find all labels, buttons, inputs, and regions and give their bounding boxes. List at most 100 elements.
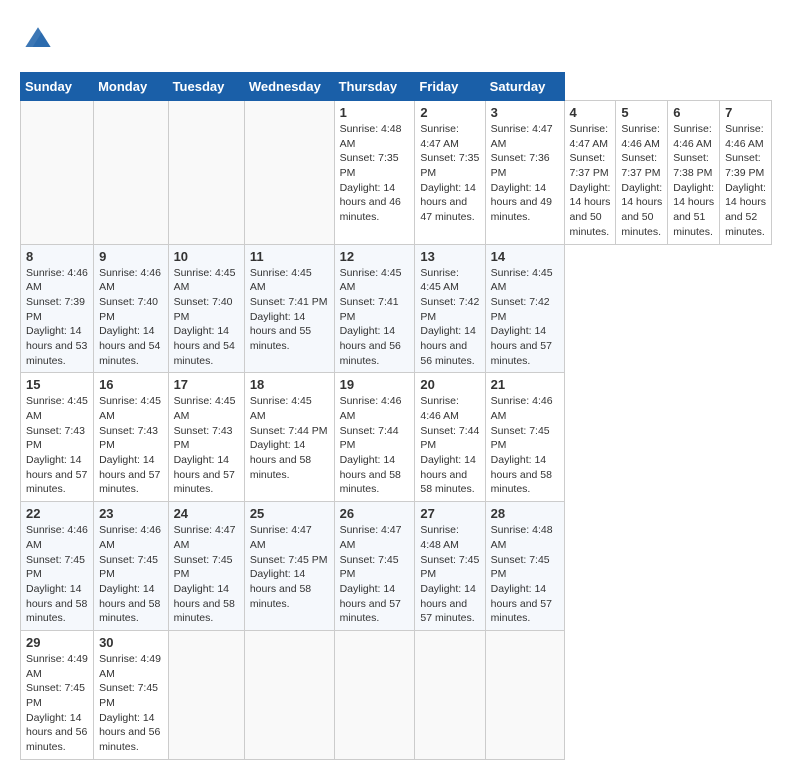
calendar-day-cell: 18 Sunrise: 4:45 AMSunset: 7:44 PMDayligh…	[244, 373, 334, 502]
day-number: 11	[250, 249, 329, 264]
day-info: Sunrise: 4:46 AMSunset: 7:45 PMDaylight:…	[26, 523, 88, 626]
day-info: Sunrise: 4:48 AMSunset: 7:35 PMDaylight:…	[340, 122, 410, 225]
day-info: Sunrise: 4:48 AMSunset: 7:45 PMDaylight:…	[420, 523, 479, 626]
day-info: Sunrise: 4:47 AMSunset: 7:37 PMDaylight:…	[570, 122, 611, 240]
day-info: Sunrise: 4:45 AMSunset: 7:43 PMDaylight:…	[99, 394, 163, 497]
calendar-day-cell: 4 Sunrise: 4:47 AMSunset: 7:37 PMDaylight…	[564, 101, 616, 245]
calendar-day-cell	[415, 630, 485, 759]
day-info: Sunrise: 4:49 AMSunset: 7:45 PMDaylight:…	[99, 652, 163, 755]
day-number: 17	[174, 377, 239, 392]
calendar-day-cell: 6 Sunrise: 4:46 AMSunset: 7:38 PMDaylight…	[668, 101, 720, 245]
calendar-day-cell: 5Sunrise: 4:46 AMSunset: 7:37 PMDaylight…	[616, 101, 668, 245]
day-info: Sunrise: 4:46 AMSunset: 7:39 PMDaylight:…	[26, 266, 88, 369]
day-number: 15	[26, 377, 88, 392]
calendar-day-cell: 16Sunrise: 4:45 AMSunset: 7:43 PMDayligh…	[94, 373, 169, 502]
calendar-week-row: 8 Sunrise: 4:46 AMSunset: 7:39 PMDaylight…	[21, 244, 772, 373]
day-number: 18	[250, 377, 329, 392]
day-info: Sunrise: 4:46 AMSunset: 7:40 PMDaylight:…	[99, 266, 163, 369]
calendar-day-cell	[21, 101, 94, 245]
day-number: 19	[340, 377, 410, 392]
day-info: Sunrise: 4:45 AMSunset: 7:41 PMDaylight:…	[250, 266, 329, 354]
day-number: 27	[420, 506, 479, 521]
calendar-day-cell: 24 Sunrise: 4:47 AMSunset: 7:45 PMDayligh…	[168, 502, 244, 631]
day-number: 14	[491, 249, 559, 264]
calendar-header-cell: Friday	[415, 73, 485, 101]
day-number: 10	[174, 249, 239, 264]
calendar-header-cell: Monday	[94, 73, 169, 101]
day-info: Sunrise: 4:48 AMSunset: 7:45 PMDaylight:…	[491, 523, 559, 626]
day-info: Sunrise: 4:45 AMSunset: 7:42 PMDaylight:…	[491, 266, 559, 369]
day-number: 26	[340, 506, 410, 521]
calendar-day-cell: 1 Sunrise: 4:48 AMSunset: 7:35 PMDaylight…	[334, 101, 415, 245]
calendar-week-row: 22 Sunrise: 4:46 AMSunset: 7:45 PMDayligh…	[21, 502, 772, 631]
day-number: 7	[725, 105, 766, 120]
calendar-day-cell: 2Sunrise: 4:47 AMSunset: 7:35 PMDaylight…	[415, 101, 485, 245]
logo	[20, 20, 62, 56]
day-number: 20	[420, 377, 479, 392]
logo-icon	[20, 20, 56, 56]
calendar-day-cell: 21Sunrise: 4:46 AMSunset: 7:45 PMDayligh…	[485, 373, 564, 502]
calendar-day-cell: 29 Sunrise: 4:49 AMSunset: 7:45 PMDayligh…	[21, 630, 94, 759]
calendar-body: 1 Sunrise: 4:48 AMSunset: 7:35 PMDaylight…	[21, 101, 772, 760]
day-info: Sunrise: 4:47 AMSunset: 7:45 PMDaylight:…	[250, 523, 329, 611]
day-info: Sunrise: 4:45 AMSunset: 7:44 PMDaylight:…	[250, 394, 329, 482]
day-info: Sunrise: 4:46 AMSunset: 7:39 PMDaylight:…	[725, 122, 766, 240]
day-number: 24	[174, 506, 239, 521]
calendar-day-cell: 28 Sunrise: 4:48 AMSunset: 7:45 PMDayligh…	[485, 502, 564, 631]
calendar-day-cell: 7 Sunrise: 4:46 AMSunset: 7:39 PMDaylight…	[720, 101, 772, 245]
calendar-header-cell: Sunday	[21, 73, 94, 101]
calendar-header-cell: Tuesday	[168, 73, 244, 101]
calendar-day-cell	[485, 630, 564, 759]
calendar-day-cell	[334, 630, 415, 759]
calendar-day-cell: 9 Sunrise: 4:46 AMSunset: 7:40 PMDaylight…	[94, 244, 169, 373]
calendar-day-cell: 26Sunrise: 4:47 AMSunset: 7:45 PMDayligh…	[334, 502, 415, 631]
calendar-day-cell: 15 Sunrise: 4:45 AMSunset: 7:43 PMDayligh…	[21, 373, 94, 502]
calendar-day-cell	[244, 630, 334, 759]
calendar-day-cell: 30Sunrise: 4:49 AMSunset: 7:45 PMDayligh…	[94, 630, 169, 759]
day-info: Sunrise: 4:47 AMSunset: 7:45 PMDaylight:…	[174, 523, 239, 626]
day-info: Sunrise: 4:47 AMSunset: 7:36 PMDaylight:…	[491, 122, 559, 225]
day-info: Sunrise: 4:45 AMSunset: 7:40 PMDaylight:…	[174, 266, 239, 369]
calendar-day-cell: 20 Sunrise: 4:46 AMSunset: 7:44 PMDayligh…	[415, 373, 485, 502]
day-info: Sunrise: 4:46 AMSunset: 7:44 PMDaylight:…	[420, 394, 479, 497]
calendar-day-cell: 3 Sunrise: 4:47 AMSunset: 7:36 PMDaylight…	[485, 101, 564, 245]
day-info: Sunrise: 4:46 AMSunset: 7:38 PMDaylight:…	[673, 122, 714, 240]
day-number: 9	[99, 249, 163, 264]
day-number: 29	[26, 635, 88, 650]
calendar-day-cell: 25 Sunrise: 4:47 AMSunset: 7:45 PMDayligh…	[244, 502, 334, 631]
day-info: Sunrise: 4:45 AMSunset: 7:41 PMDaylight:…	[340, 266, 410, 369]
day-info: Sunrise: 4:46 AMSunset: 7:45 PMDaylight:…	[491, 394, 559, 497]
day-number: 5	[621, 105, 662, 120]
day-number: 6	[673, 105, 714, 120]
calendar-day-cell: 17 Sunrise: 4:45 AMSunset: 7:43 PMDayligh…	[168, 373, 244, 502]
calendar-header-cell: Saturday	[485, 73, 564, 101]
calendar-day-cell	[168, 630, 244, 759]
day-info: Sunrise: 4:45 AMSunset: 7:43 PMDaylight:…	[26, 394, 88, 497]
day-number: 13	[420, 249, 479, 264]
calendar-week-row: 15 Sunrise: 4:45 AMSunset: 7:43 PMDayligh…	[21, 373, 772, 502]
calendar-day-cell: 19Sunrise: 4:46 AMSunset: 7:44 PMDayligh…	[334, 373, 415, 502]
day-info: Sunrise: 4:45 AMSunset: 7:42 PMDaylight:…	[420, 266, 479, 369]
calendar-week-row: 1 Sunrise: 4:48 AMSunset: 7:35 PMDaylight…	[21, 101, 772, 245]
day-number: 12	[340, 249, 410, 264]
calendar-day-cell: 12 Sunrise: 4:45 AMSunset: 7:41 PMDayligh…	[334, 244, 415, 373]
calendar-day-cell	[94, 101, 169, 245]
day-number: 25	[250, 506, 329, 521]
day-info: Sunrise: 4:45 AMSunset: 7:43 PMDaylight:…	[174, 394, 239, 497]
day-number: 28	[491, 506, 559, 521]
calendar-day-cell: 14 Sunrise: 4:45 AMSunset: 7:42 PMDayligh…	[485, 244, 564, 373]
day-info: Sunrise: 4:47 AMSunset: 7:35 PMDaylight:…	[420, 122, 479, 225]
day-number: 22	[26, 506, 88, 521]
calendar-day-cell: 13 Sunrise: 4:45 AMSunset: 7:42 PMDayligh…	[415, 244, 485, 373]
calendar-day-cell: 8 Sunrise: 4:46 AMSunset: 7:39 PMDaylight…	[21, 244, 94, 373]
calendar-day-cell: 22 Sunrise: 4:46 AMSunset: 7:45 PMDayligh…	[21, 502, 94, 631]
day-number: 3	[491, 105, 559, 120]
day-info: Sunrise: 4:49 AMSunset: 7:45 PMDaylight:…	[26, 652, 88, 755]
calendar-table: SundayMondayTuesdayWednesdayThursdayFrid…	[20, 72, 772, 760]
day-info: Sunrise: 4:46 AMSunset: 7:45 PMDaylight:…	[99, 523, 163, 626]
day-number: 8	[26, 249, 88, 264]
calendar-day-cell: 11 Sunrise: 4:45 AMSunset: 7:41 PMDayligh…	[244, 244, 334, 373]
page-header	[20, 20, 772, 56]
day-number: 4	[570, 105, 611, 120]
day-number: 1	[340, 105, 410, 120]
